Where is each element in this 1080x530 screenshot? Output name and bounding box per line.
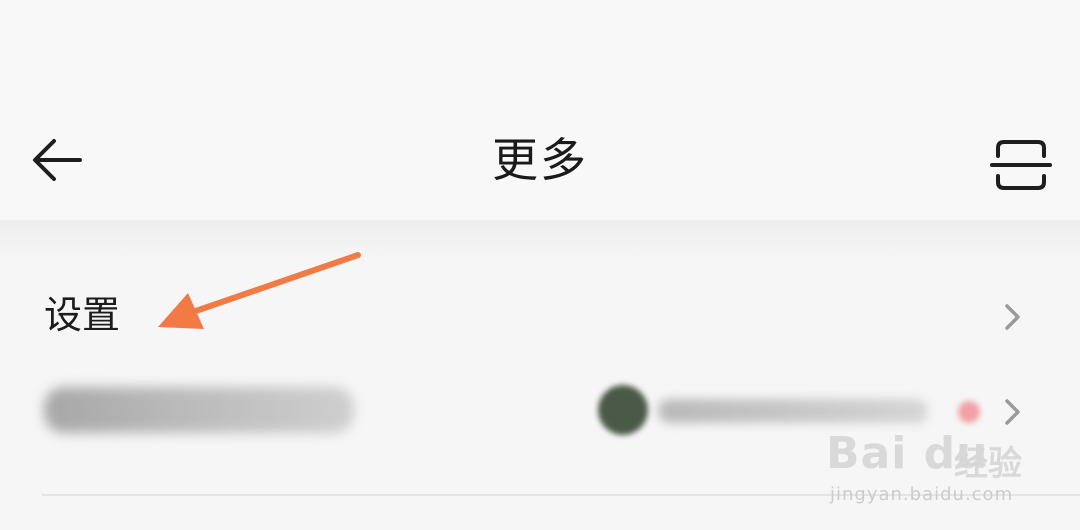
scan-button[interactable] [988, 136, 1054, 196]
chevron-right-icon [1005, 399, 1020, 425]
blurred-row-value [658, 399, 928, 423]
back-button[interactable] [28, 130, 88, 190]
notification-dot [958, 401, 980, 423]
chevron-right-icon [1005, 304, 1020, 330]
scan-icon [990, 140, 1052, 190]
settings-label: 设置 [44, 293, 121, 337]
header-shadow [0, 220, 1080, 260]
status-bar-area [0, 0, 1080, 105]
blurred-row[interactable] [0, 365, 1080, 455]
page-title: 更多 [492, 133, 588, 187]
blurred-avatar [598, 385, 648, 435]
blurred-row-label [44, 387, 354, 433]
settings-row[interactable]: 设置 [0, 270, 1080, 360]
arrow-left-icon [33, 139, 82, 181]
more-screen: 更多 设置 Bai du 经验 jingyan.baidu.com [0, 0, 1080, 530]
list-divider [42, 494, 1080, 496]
